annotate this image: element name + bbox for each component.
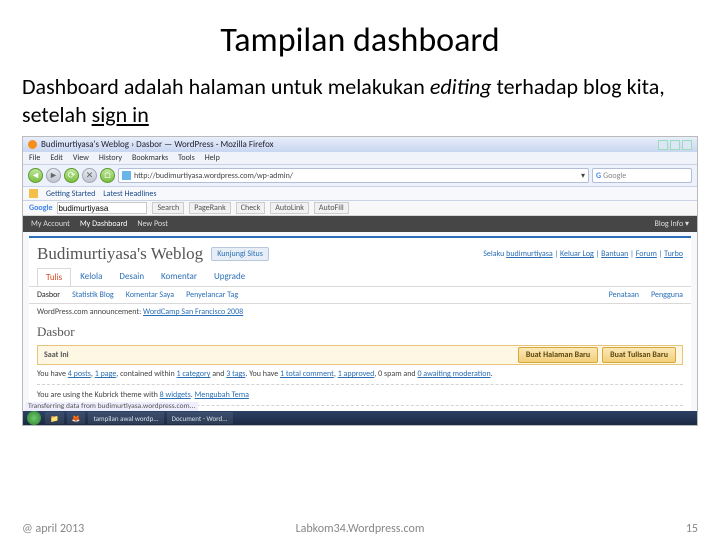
menu-bookmarks[interactable]: Bookmarks [132, 153, 168, 163]
slide-body-text: Dashboard adalah halaman untuk melakukan… [0, 73, 720, 136]
start-button[interactable] [27, 411, 41, 425]
browser-toolbar: ◄ ► ⟳ ✕ ⌂ http://budimurtiyasa.wordpress… [23, 165, 697, 187]
wp-header: Budimurtiyasa's Weblog Kunjungi Situs Se… [29, 238, 691, 268]
categories-link[interactable]: 1 category [177, 369, 211, 379]
windows-taskbar: 📁 🦊 tampilan awal wordp... Document - Wo… [23, 411, 697, 425]
stop-button[interactable]: ✕ [82, 168, 97, 183]
taskbar-item-3[interactable]: tampilan awal wordp... [88, 412, 163, 424]
wp-sub-tabs: Dasbor Statistik Blog Komentar Saya Peny… [29, 286, 691, 304]
forum-link[interactable]: Forum [636, 249, 657, 259]
taskbar-item-1[interactable]: 📁 [45, 412, 64, 424]
google-logo: Google [29, 203, 52, 213]
search-box[interactable]: GGoogle [592, 168, 692, 183]
subtab-penataan[interactable]: Penataan [609, 290, 639, 300]
announcement-link[interactable]: WordCamp San Francisco 2008 [143, 307, 243, 317]
tab-kelola[interactable]: Kelola [72, 268, 110, 286]
window-title: Budimurtiyasa's Weblog › Dasbor — WordPr… [41, 139, 274, 150]
user-name-link[interactable]: budimurtiyasa [506, 249, 553, 259]
menu-view[interactable]: View [73, 153, 89, 163]
tab-my-dashboard[interactable]: My Dashboard [80, 219, 128, 229]
subtab-tag[interactable]: Penyelancar Tag [186, 290, 238, 300]
moderation-link[interactable]: 0 awaiting moderation [417, 369, 490, 379]
google-autofill[interactable]: AutoFill [314, 202, 349, 214]
wordpress-admin: My Account My Dashboard New Post Blog In… [23, 216, 697, 426]
google-search-input[interactable] [57, 202, 147, 214]
widgets-link[interactable]: 8 widgets [160, 390, 191, 400]
tags-link[interactable]: 3 tags [226, 369, 245, 379]
firefox-icon [28, 140, 37, 149]
help-link[interactable]: Bantuan [601, 249, 628, 259]
blog-title: Budimurtiyasa's Weblog [37, 244, 203, 264]
footer-date: @ april 2013 [22, 522, 84, 536]
google-search-button[interactable]: Search [152, 202, 184, 214]
body-underline: sign in [92, 101, 149, 128]
menu-file[interactable]: File [29, 153, 40, 163]
wp-main-tabs: Tulis Kelola Desain Komentar Upgrade [29, 268, 691, 286]
url-bar[interactable]: http://budimurtiyasa.wordpress.com/wp-ad… [118, 168, 589, 183]
subtab-dasbor[interactable]: Dasbor [37, 290, 60, 300]
blog-info-dropdown[interactable]: Blog Info ▾ [655, 219, 689, 229]
google-pagerank[interactable]: PageRank [189, 202, 231, 214]
tab-desain[interactable]: Desain [111, 268, 152, 286]
google-check[interactable]: Check [236, 202, 265, 214]
turbo-link[interactable]: Turbo [664, 249, 683, 259]
minimize-button[interactable] [658, 140, 668, 150]
body-em: editing [430, 73, 492, 100]
taskbar-item-4[interactable]: Document - Word... [167, 412, 233, 424]
footer-source: Labkom34.Wordpress.com [296, 522, 425, 536]
close-button[interactable] [682, 140, 692, 150]
google-toolbar: Google Search PageRank Check AutoLink Au… [23, 201, 697, 216]
tab-upgrade[interactable]: Upgrade [206, 268, 253, 286]
user-links: Selaku budimurtiyasa | Keluar Log | Bant… [483, 249, 683, 259]
browser-status-text: Transferring data from budimurtiyasa.wor… [25, 402, 198, 411]
new-post-button[interactable]: Buat Tulisan Baru [602, 347, 676, 363]
right-now-bar: Saat Ini Buat Halaman Baru Buat Tulisan … [37, 345, 683, 365]
search-placeholder: Google [603, 171, 626, 181]
menu-help[interactable]: Help [205, 153, 220, 163]
menu-edit[interactable]: Edit [50, 153, 63, 163]
subtab-statistik[interactable]: Statistik Blog [72, 290, 114, 300]
posts-link[interactable]: 4 posts [68, 369, 91, 379]
browser-titlebar: Budimurtiyasa's Weblog › Dasbor — WordPr… [23, 137, 697, 152]
subtab-pengguna[interactable]: Pengguna [651, 290, 683, 300]
new-page-button[interactable]: Buat Halaman Baru [518, 347, 598, 363]
taskbar-item-2[interactable]: 🦊 [67, 412, 86, 424]
subtab-komentar-saya[interactable]: Komentar Saya [126, 290, 174, 300]
bookmark-icon [29, 189, 38, 198]
bookmark-getting-started[interactable]: Getting Started [46, 189, 95, 199]
embedded-screenshot: Budimurtiyasa's Weblog › Dasbor — WordPr… [22, 136, 698, 426]
menu-history[interactable]: History [99, 153, 122, 163]
reload-button[interactable]: ⟳ [64, 168, 79, 183]
home-button[interactable]: ⌂ [100, 168, 115, 183]
tab-my-account[interactable]: My Account [31, 219, 70, 229]
wp-topbar: My Account My Dashboard New Post Blog In… [23, 216, 697, 232]
bookmark-latest-headlines[interactable]: Latest Headlines [103, 189, 156, 199]
google-autolink[interactable]: AutoLink [270, 202, 309, 214]
url-text: http://budimurtiyasa.wordpress.com/wp-ad… [134, 171, 293, 181]
tab-new-post[interactable]: New Post [137, 219, 168, 229]
slide-footer: @ april 2013 Labkom34.Wordpress.com 15 [0, 518, 720, 540]
change-theme-link[interactable]: Mengubah Tema [195, 390, 249, 400]
tab-komentar[interactable]: Komentar [153, 268, 205, 286]
slide-title: Tampilan dashboard [0, 0, 720, 73]
approved-link[interactable]: 1 approved [338, 369, 375, 379]
comments-link[interactable]: 1 total comment [280, 369, 334, 379]
menu-tools[interactable]: Tools [178, 153, 195, 163]
pages-link[interactable]: 1 page [95, 369, 117, 379]
dasbor-heading: Dasbor [29, 320, 691, 342]
body-pre: Dashboard adalah halaman untuk melakukan [22, 73, 430, 100]
browser-menubar: File Edit View History Bookmarks Tools H… [23, 152, 697, 165]
bookmark-bar: Getting Started Latest Headlines [23, 187, 697, 201]
site-favicon [122, 171, 131, 180]
back-button[interactable]: ◄ [28, 168, 43, 183]
logout-link[interactable]: Keluar Log [560, 249, 594, 259]
page-number: 15 [686, 522, 698, 536]
maximize-button[interactable] [670, 140, 680, 150]
visit-site-button[interactable]: Kunjungi Situs [211, 247, 269, 261]
forward-button[interactable]: ► [46, 168, 61, 183]
tab-tulis[interactable]: Tulis [37, 268, 71, 286]
wp-announcement: WordPress.com announcement: WordCamp San… [29, 304, 691, 320]
right-now-label: Saat Ini [44, 350, 69, 360]
